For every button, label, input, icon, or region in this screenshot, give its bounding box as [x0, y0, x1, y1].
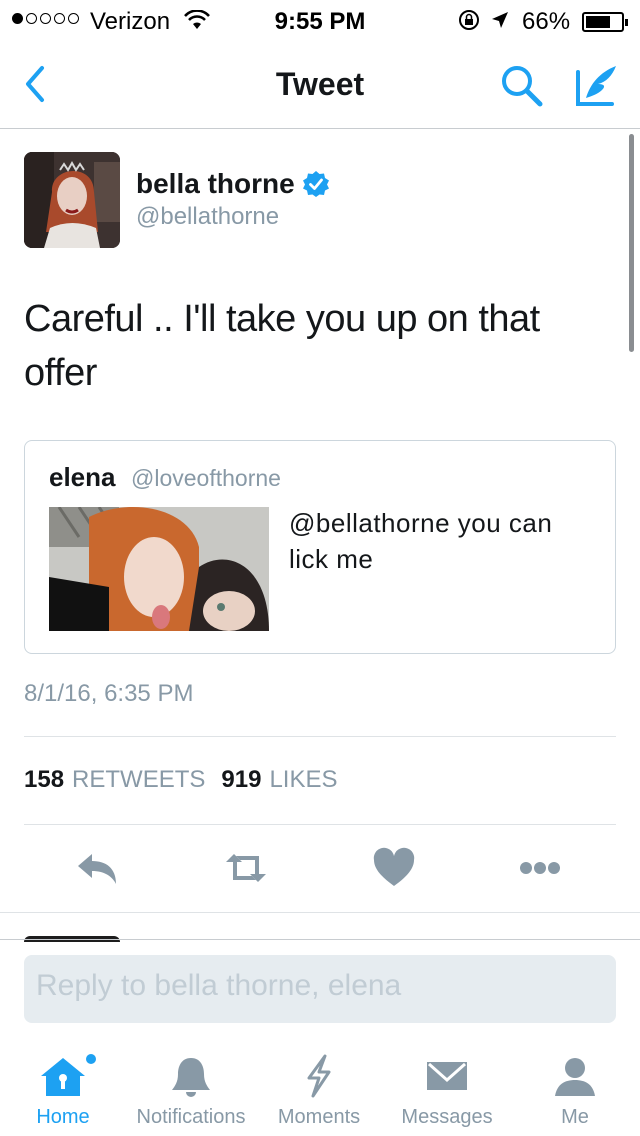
- bell-icon: [172, 1058, 210, 1097]
- more-options-icon[interactable]: [516, 846, 564, 890]
- scrollbar[interactable]: [629, 134, 634, 352]
- tab-moments[interactable]: Moments: [256, 1050, 382, 1130]
- quoted-tweet-image[interactable]: [49, 507, 269, 631]
- tweet-actions: [0, 846, 640, 890]
- envelope-icon: [427, 1062, 467, 1090]
- tab-notifications-label: Notifications: [136, 1106, 246, 1128]
- author-name[interactable]: bella thorne: [136, 168, 295, 200]
- like-heart-icon[interactable]: [370, 846, 418, 890]
- reply-input[interactable]: Reply to bella thorne, elena: [24, 955, 616, 1023]
- tab-me[interactable]: Me: [512, 1050, 638, 1130]
- quoted-author-handle: @loveofthorne: [131, 465, 281, 491]
- tweet-stats: 158 RETWEETS 919 LIKES: [24, 766, 337, 794]
- quoted-tweet-text: @bellathorne you can lick me: [289, 508, 553, 574]
- search-icon[interactable]: [498, 62, 546, 110]
- tab-moments-label: Moments: [277, 1106, 361, 1128]
- divider: [24, 824, 616, 825]
- nav-divider: [0, 128, 640, 129]
- like-stat[interactable]: 919 LIKES: [221, 766, 337, 794]
- tweet-text: Careful .. I'll take you up on that offe…: [24, 298, 540, 394]
- section-divider: [0, 912, 640, 913]
- location-arrow-icon: [492, 12, 508, 28]
- compose-tweet-icon[interactable]: [572, 60, 622, 110]
- quoted-author-name: elena: [49, 462, 116, 492]
- quoted-tweet-card[interactable]: elena @loveofthorne @bellathorne you can…: [24, 440, 616, 654]
- like-count: 919: [221, 766, 262, 793]
- tab-home-label: Home: [36, 1106, 90, 1128]
- reply-icon[interactable]: [74, 846, 122, 890]
- battery-icon: [582, 12, 628, 32]
- person-icon: [555, 1058, 595, 1096]
- home-icon: [41, 1058, 85, 1096]
- verified-badge-icon: [303, 171, 329, 197]
- tab-home[interactable]: Home: [0, 1050, 126, 1130]
- reply-bar-border: [0, 939, 640, 940]
- retweet-icon[interactable]: [222, 846, 270, 890]
- tab-notifications[interactable]: Notifications: [128, 1050, 254, 1130]
- retweet-label: RETWEETS: [72, 766, 206, 793]
- tab-messages-label: Messages: [401, 1106, 493, 1128]
- battery-percentage: 66%: [522, 8, 571, 35]
- retweet-count: 158: [24, 766, 65, 793]
- tweet-timestamp: 8/1/16, 6:35 PM: [24, 680, 194, 707]
- tab-me-label: Me: [561, 1106, 589, 1128]
- lightning-icon: [307, 1054, 331, 1098]
- tab-messages[interactable]: Messages: [384, 1050, 510, 1130]
- like-label: LIKES: [269, 766, 338, 793]
- status-bar: Verizon 9:55 PM 66%: [0, 0, 640, 40]
- home-new-content-indicator: [86, 1054, 96, 1064]
- retweet-stat[interactable]: 158 RETWEETS: [24, 766, 205, 794]
- orientation-lock-icon: [459, 10, 479, 30]
- author-handle[interactable]: @bellathorne: [136, 203, 279, 231]
- author-avatar[interactable]: [24, 152, 120, 248]
- divider: [24, 736, 616, 737]
